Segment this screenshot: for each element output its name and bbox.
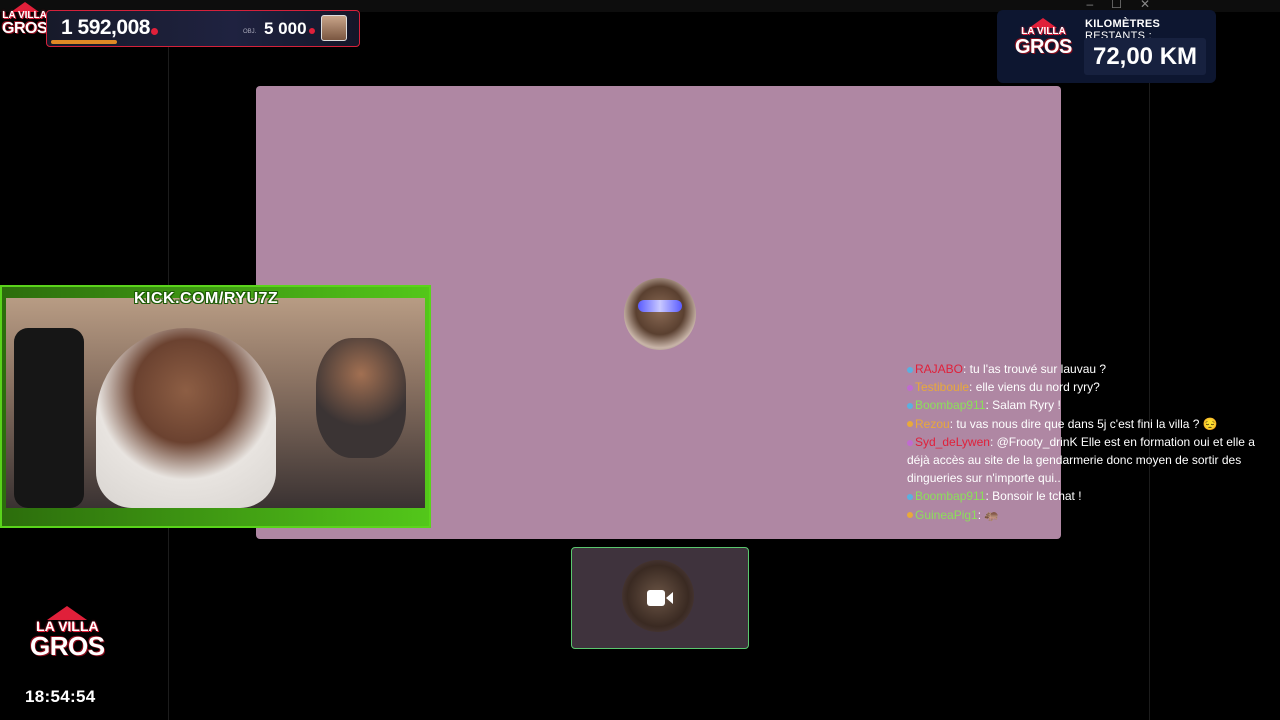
currency-icon <box>309 28 315 34</box>
currency-icon <box>151 28 158 35</box>
sunglasses <box>638 300 682 312</box>
chat-text: : Bonsoir le tchat ! <box>985 489 1082 504</box>
chat-text: : Salam Ryry ! <box>985 398 1061 413</box>
logo-line2: GROS <box>2 20 48 37</box>
badge-icon <box>907 385 913 392</box>
gaming-chair <box>14 328 84 508</box>
badge-icon <box>907 421 913 428</box>
chat-username: Rezou <box>915 416 950 431</box>
km-label-bold: KILOMÈTRES <box>1085 18 1161 30</box>
chat-username: RAJABO <box>915 362 964 376</box>
chat-message: RAJABO: tu l'as trouvé sur lauvau ? <box>907 360 1267 378</box>
objective-amount: 5 000 <box>264 19 307 38</box>
chat-text: : tu l'as trouvé sur lauvau ? <box>963 362 1107 376</box>
chat-message: Rezou: tu vas nous dire que dans 5j c'es… <box>907 415 1267 433</box>
chat-message: GuineaPig1: 🦛 <box>907 506 1267 524</box>
logo-line2: GROS <box>1015 36 1072 58</box>
chat-overlay: RAJABO: tu l'as trouvé sur lauvau ? Test… <box>907 360 1267 524</box>
villa-logo-bottom: LA VILLA GROS <box>30 606 105 659</box>
camera-icon[interactable] <box>646 588 674 608</box>
participant-avatar[interactable] <box>624 278 696 350</box>
objective-label: OBJ. <box>243 29 257 35</box>
streamer <box>96 328 276 508</box>
stream-clock: 18:54:54 <box>25 687 96 706</box>
donation-goal-bar: 1 592,008 OBJ. 5 000 <box>46 10 360 47</box>
chat-text: : 🦛 <box>977 507 1000 522</box>
km-remaining-panel: LA VILLA GROS KILOMÈTRES RESTANTS : 72,0… <box>997 10 1216 83</box>
avatar <box>321 15 347 41</box>
villa-logo-top: LA VILLA GROS <box>2 2 48 37</box>
chat-username: GuineaPig1 <box>915 507 978 522</box>
badge-icon <box>907 494 913 501</box>
chat-username: Syd_deLywen <box>915 434 990 449</box>
badge-icon <box>907 403 913 410</box>
channel-url: KICK.COM/RYU7Z <box>134 290 279 307</box>
streamer-webcam: KICK.COM/RYU7Z <box>0 285 431 528</box>
chat-text: : tu vas nous dire que dans 5j c'est fin… <box>949 416 1218 431</box>
goal-progress-fill <box>51 40 117 44</box>
badge-icon <box>907 439 913 446</box>
badge-icon <box>907 366 913 373</box>
chat-message: Testiboule: elle viens du nord ryry? <box>907 378 1267 396</box>
chat-username: Boombap911 <box>915 489 986 504</box>
chat-message: Boombap911: Bonsoir le tchat ! <box>907 487 1267 505</box>
logo-line2: GROS <box>30 631 105 661</box>
badge-icon <box>907 512 913 519</box>
chat-message: Boombap911: Salam Ryry ! <box>907 396 1267 414</box>
webcam-video <box>6 298 425 508</box>
villa-logo-km: LA VILLA GROS <box>1015 18 1072 57</box>
chat-message: Syd_deLywen: @Frooty_drinK Elle est en f… <box>907 433 1267 488</box>
chat-username: Boombap911 <box>915 398 986 413</box>
km-value: 72,00 KM <box>1084 38 1206 75</box>
total-amount: 1 592,008 <box>61 16 150 39</box>
chat-text: : elle viens du nord ryry? <box>969 380 1100 395</box>
background-person <box>316 338 406 458</box>
chat-username: Testiboule <box>915 380 970 395</box>
